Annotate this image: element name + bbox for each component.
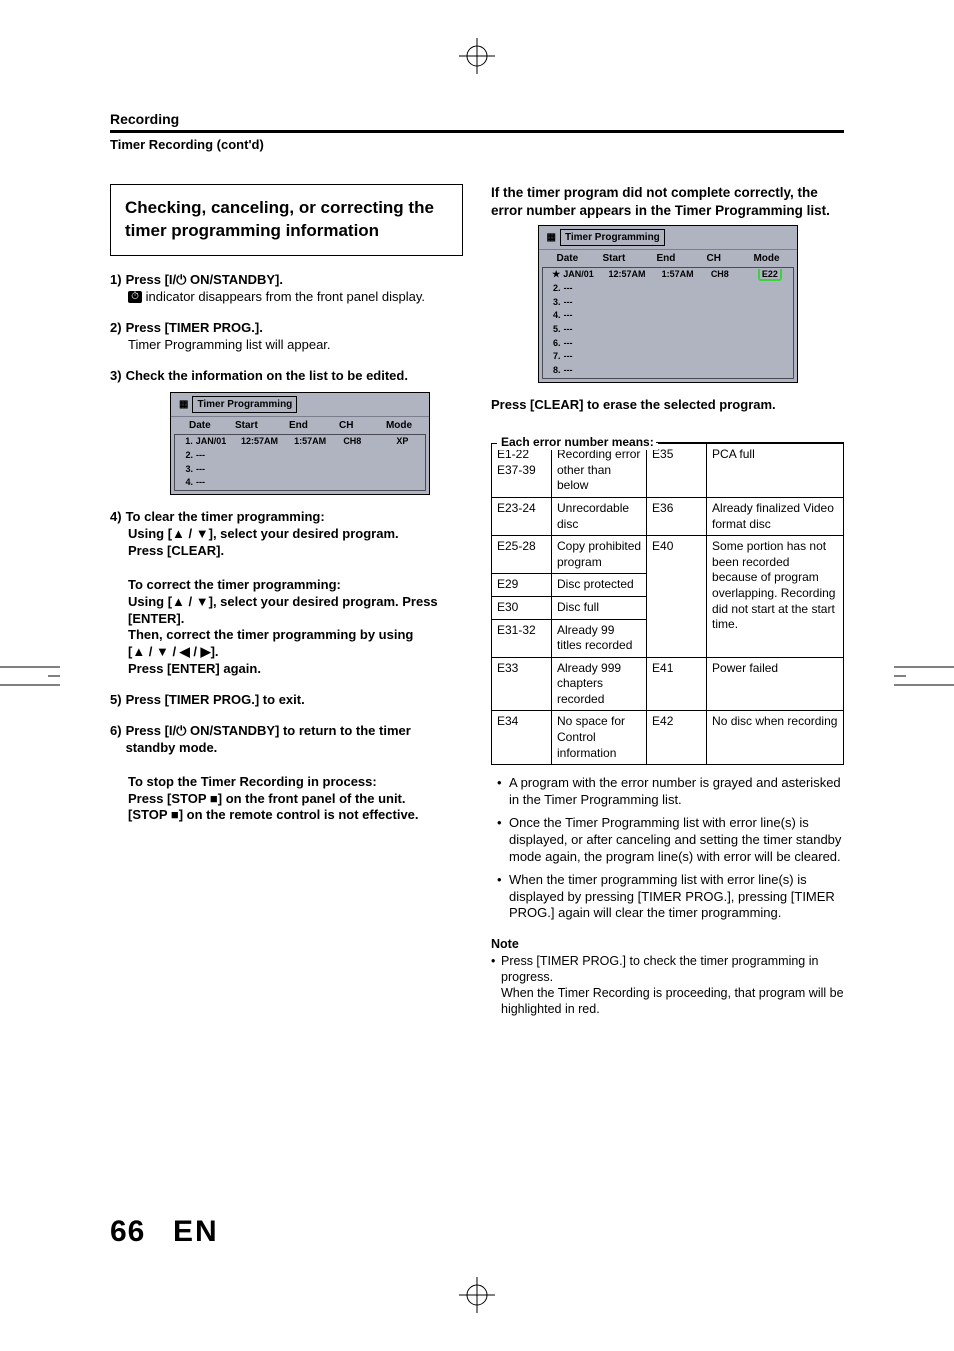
intro-text: If the timer program did not complete co… xyxy=(491,184,844,219)
panel-header-row: Date Start End CH Mode xyxy=(539,249,797,267)
table-row: 2.--- xyxy=(543,282,793,296)
page-footer: 66 EN xyxy=(110,1212,219,1251)
col-start: Start xyxy=(235,419,289,432)
list-item: A program with the error number is graye… xyxy=(491,775,844,809)
step-5: 5)Press [TIMER PROG.] to exit. xyxy=(110,692,463,709)
step-4-line2: Press [CLEAR]. xyxy=(128,543,463,560)
label-line xyxy=(656,442,844,443)
note-line2: When the Timer Recording is proceeding, … xyxy=(491,985,844,1018)
step-4-head: To clear the timer programming: xyxy=(126,509,325,526)
table-row: 1. JAN/01 12:57AM 1:57AM CH8 XP xyxy=(175,435,425,449)
table-row: 5.--- xyxy=(543,323,793,337)
panel-header-row: Date Start End CH Mode xyxy=(171,416,429,434)
step-2-body: Timer Programming list will appear. xyxy=(128,337,463,354)
step-4-correct-l3: [▲ / ▼ / ◀ / ▶]. xyxy=(128,644,463,661)
stop-l2: [STOP ■] on the remote control is not ef… xyxy=(128,807,463,824)
table-row: E1-22 E37-39 Recording error other than … xyxy=(492,444,844,498)
registration-mark-bottom xyxy=(459,1277,495,1313)
step-4-line1: Using [▲ / ▼], select your desired progr… xyxy=(128,526,463,543)
step-2-head: Press [TIMER PROG.]. xyxy=(126,320,263,337)
panel-rows: 1. JAN/01 12:57AM 1:57AM CH8 XP 2.--- 3.… xyxy=(174,434,426,491)
panel-title: Timer Programming xyxy=(560,229,665,246)
notes-list: A program with the error number is graye… xyxy=(491,775,844,922)
table-row: 4.--- xyxy=(175,476,425,490)
step-4-correct-l4: Press [ENTER] again. xyxy=(128,661,463,678)
table-row: E23-24 Unrecordable disc E36 Already fin… xyxy=(492,497,844,535)
registration-mark-left xyxy=(0,663,60,689)
panel-rows: ★ JAN/01 12:57AM 1:57AM CH8 E22 2.--- 3.… xyxy=(542,267,794,379)
table-row: 6.--- xyxy=(543,337,793,351)
col-date: Date xyxy=(557,252,603,265)
table-row: 3.--- xyxy=(543,296,793,310)
timer-panel-left: ▦ Timer Programming Date Start End CH Mod… xyxy=(170,392,430,495)
list-item: When the timer programming list with err… xyxy=(491,872,844,923)
right-column: If the timer program did not complete co… xyxy=(491,184,844,1018)
table-row: ★ JAN/01 12:57AM 1:57AM CH8 E22 xyxy=(543,268,793,282)
note-line1: Press [TIMER PROG.] to check the timer p… xyxy=(491,953,844,986)
timer-rec-icon: ⏱ xyxy=(128,291,142,303)
page-lang: EN xyxy=(173,1215,219,1248)
subsection-header: Timer Recording (cont'd) xyxy=(110,137,844,154)
stop-l1: Press [STOP ■] on the front panel of the… xyxy=(128,791,463,808)
stop-head: To stop the Timer Recording in process: xyxy=(128,774,463,791)
step-4-correct-l1: Using [▲ / ▼], select your desired progr… xyxy=(128,594,463,628)
panel-title: Timer Programming xyxy=(192,396,297,413)
error-table: E1-22 E37-39 Recording error other than … xyxy=(491,443,844,765)
step-3-head: Check the information on the list to be … xyxy=(126,368,408,385)
step-4-correct-head: To correct the timer programming: xyxy=(128,577,463,594)
table-row: 3.--- xyxy=(175,463,425,477)
step-2: 2)Press [TIMER PROG.]. Timer Programming… xyxy=(110,320,463,354)
table-row: E34 No space for Control information E42… xyxy=(492,711,844,765)
table-row: 8.--- xyxy=(543,364,793,378)
col-ch: CH xyxy=(339,419,379,432)
table-row: E25-28 Copy prohibited program E40 Some … xyxy=(492,536,844,574)
col-end: End xyxy=(289,419,339,432)
table-row: 7.--- xyxy=(543,350,793,364)
note-heading: Note xyxy=(491,936,844,952)
step-6-head: Press [I/⏻ ON/STANDBY] to return to the … xyxy=(126,723,463,757)
panel-icon: ▦ xyxy=(179,398,188,411)
step-1-body: indicator disappears from the front pane… xyxy=(142,289,425,304)
press-clear-text: Press [CLEAR] to erase the selected prog… xyxy=(491,397,844,414)
step-3: 3)Check the information on the list to b… xyxy=(110,368,463,496)
registration-mark-top xyxy=(459,38,495,74)
table-row: 4.--- xyxy=(543,309,793,323)
col-mode: Mode xyxy=(379,419,419,432)
left-column: Checking, canceling, or correcting the t… xyxy=(110,184,463,1018)
page-number: 66 xyxy=(110,1215,145,1248)
col-start: Start xyxy=(603,252,657,265)
col-end: End xyxy=(657,252,707,265)
step-4-correct-l2: Then, correct the timer programming by u… xyxy=(128,627,463,644)
list-item: Once the Timer Programming list with err… xyxy=(491,815,844,866)
table-row: E33 Already 999 chapters recorded E41 Po… xyxy=(492,657,844,711)
step-1: 1)Press [I/⏻ ON/STANDBY]. ⏱ indicator di… xyxy=(110,272,463,306)
panel-icon: ▦ xyxy=(547,231,556,244)
col-mode: Mode xyxy=(747,252,787,265)
step-5-head: Press [TIMER PROG.] to exit. xyxy=(126,692,305,709)
topic-title: Checking, canceling, or correcting the t… xyxy=(110,184,463,256)
table-row: 2.--- xyxy=(175,449,425,463)
col-ch: CH xyxy=(707,252,747,265)
step-6: 6)Press [I/⏻ ON/STANDBY] to return to th… xyxy=(110,723,463,824)
col-date: Date xyxy=(189,419,235,432)
timer-panel-right: ▦ Timer Programming Date Start End CH Mod… xyxy=(538,225,798,383)
error-code-highlight: E22 xyxy=(758,269,782,281)
registration-mark-right xyxy=(894,663,954,689)
error-table-label: Each error number means: xyxy=(497,435,658,451)
divider xyxy=(110,130,844,133)
step-1-head: Press [I/⏻ ON/STANDBY]. xyxy=(126,272,283,289)
section-header: Recording xyxy=(110,110,844,128)
step-4: 4)To clear the timer programming: Using … xyxy=(110,509,463,678)
